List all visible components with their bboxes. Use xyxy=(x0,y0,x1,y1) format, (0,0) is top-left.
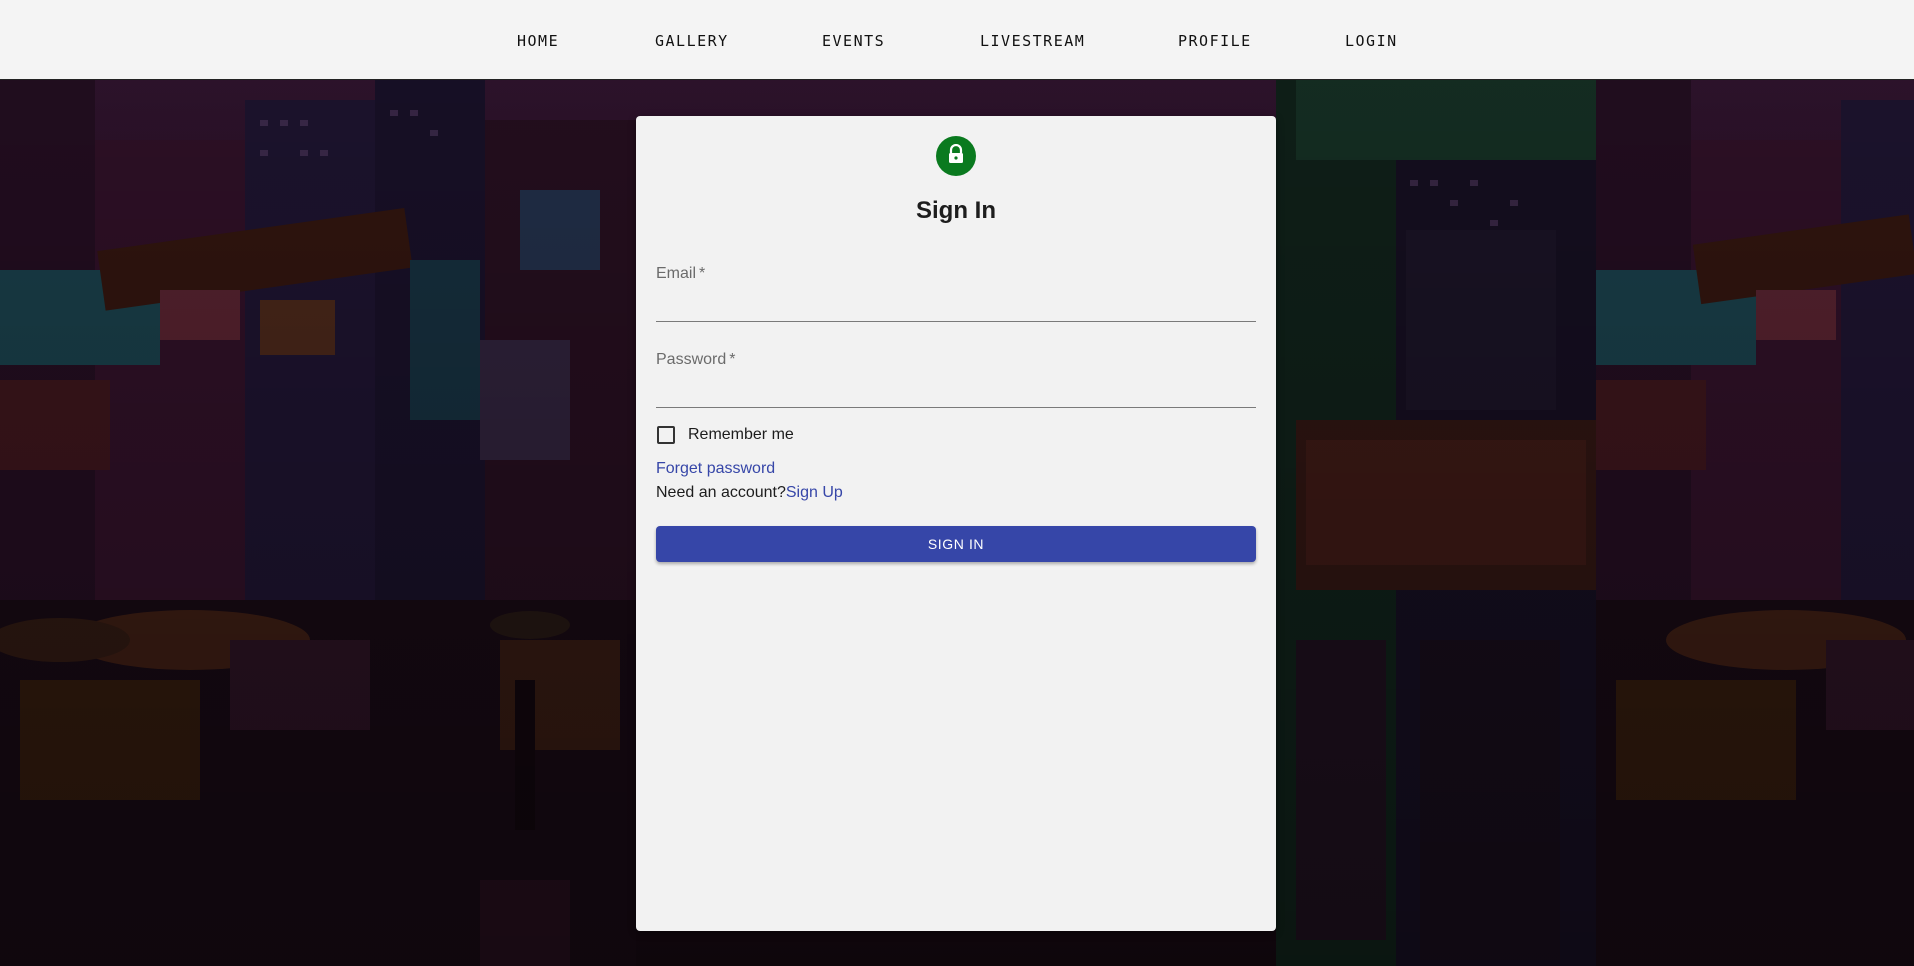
nav-home[interactable]: HOME xyxy=(517,31,559,51)
password-label: Password * xyxy=(656,351,736,368)
forget-password-link[interactable]: Forget password xyxy=(656,459,775,479)
password-input[interactable] xyxy=(656,378,1256,408)
nav-login[interactable]: LOGIN xyxy=(1345,31,1398,51)
remember-me-checkbox[interactable]: Remember me xyxy=(656,425,794,445)
email-label: Email * xyxy=(656,265,706,282)
need-account-text: Need an account?Sign Up xyxy=(656,483,843,503)
email-input[interactable] xyxy=(656,292,1256,322)
required-marker: * xyxy=(729,351,736,368)
email-field: Email * xyxy=(656,264,1256,330)
nav-livestream[interactable]: LIVESTREAM xyxy=(980,31,1085,51)
lock-icon xyxy=(947,143,965,169)
nav-gallery[interactable]: GALLERY xyxy=(655,31,729,51)
nav-profile[interactable]: PROFILE xyxy=(1178,31,1252,51)
page-title: Sign In xyxy=(916,197,996,224)
checkbox-icon[interactable] xyxy=(657,426,675,444)
need-account-label: Need an account? xyxy=(656,484,786,501)
sign-in-button[interactable]: SIGN IN xyxy=(656,526,1256,562)
password-field: Password * xyxy=(656,350,1256,416)
required-marker: * xyxy=(699,265,706,282)
sign-up-link[interactable]: Sign Up xyxy=(786,484,843,501)
login-card: Sign In Email * Password * Remember me For… xyxy=(636,116,1276,931)
lock-avatar xyxy=(936,136,976,176)
nav-events[interactable]: EVENTS xyxy=(822,31,885,51)
top-navbar: HOME GALLERY EVENTS LIVESTREAM PROFILE L… xyxy=(0,0,1914,80)
remember-me-label: Remember me xyxy=(688,426,794,443)
